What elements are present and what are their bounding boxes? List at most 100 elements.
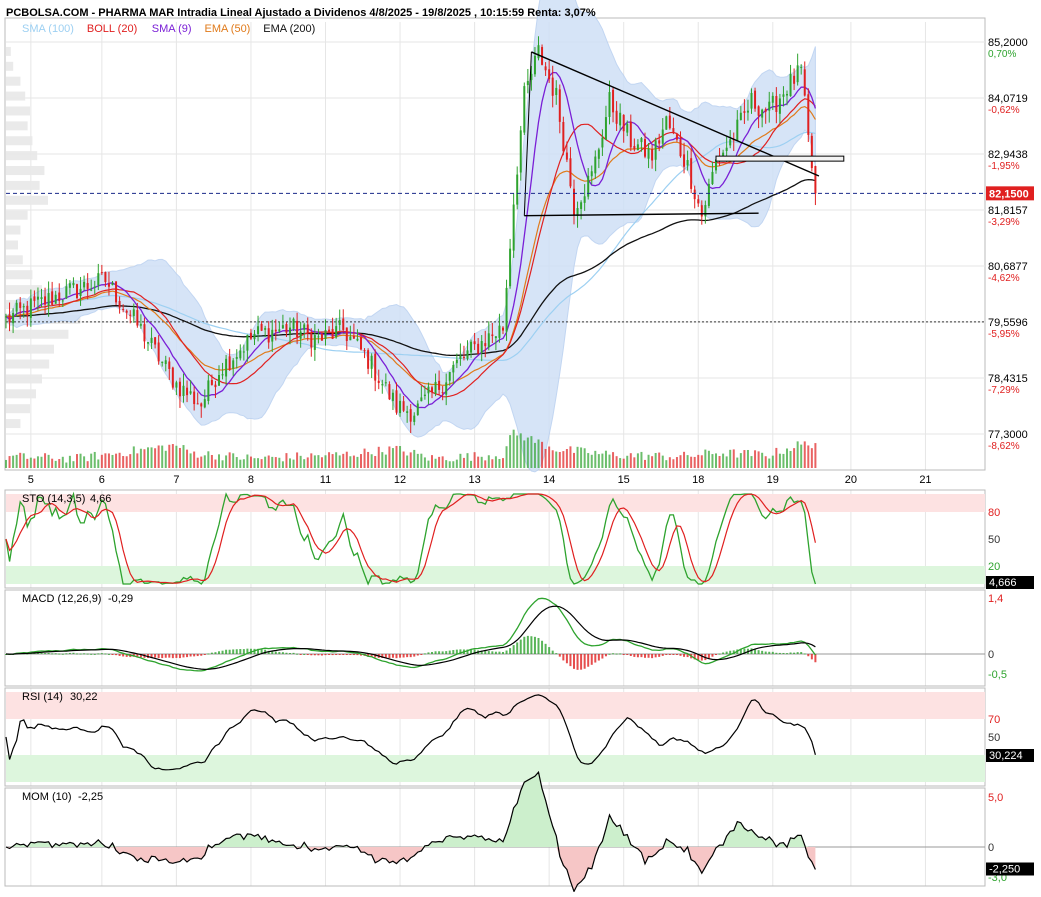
- candle-body: [360, 337, 362, 350]
- macd-histogram-bar: [516, 642, 519, 654]
- candle-body: [438, 380, 441, 390]
- candle-body: [505, 287, 508, 332]
- macd-histogram-bar: [619, 653, 622, 655]
- macd-histogram-bar: [541, 640, 544, 654]
- macd-histogram-bar: [629, 654, 632, 656]
- macd-histogram-bar: [445, 651, 448, 654]
- volume-profile-bar: [6, 180, 40, 190]
- volume-bar: [47, 454, 50, 468]
- candle-body: [431, 387, 433, 393]
- volume-bar: [455, 459, 458, 468]
- candle-body: [5, 316, 7, 318]
- volume-bar: [395, 445, 398, 468]
- volume-bar: [182, 445, 185, 468]
- macd-histogram-bar: [640, 654, 643, 658]
- volume-bar: [90, 453, 93, 468]
- price-tick-label: 80,6877: [988, 261, 1028, 273]
- x-tick-label: 11: [320, 474, 331, 486]
- volume-bar: [427, 460, 430, 468]
- x-tick-label: 14: [543, 474, 555, 486]
- volume-profile-bar: [6, 404, 30, 414]
- volume-profile-bar: [6, 121, 28, 131]
- macd-histogram-bar: [533, 636, 536, 654]
- macd-histogram-bar: [274, 651, 277, 654]
- x-tick-label: 6: [99, 474, 105, 486]
- volume-bar: [132, 446, 135, 468]
- volume-bar: [757, 451, 760, 468]
- candle-body: [107, 283, 110, 287]
- volume-bar: [203, 455, 206, 468]
- candle-body: [147, 342, 149, 344]
- macd-histogram-bar: [221, 650, 224, 654]
- x-tick-label: 12: [394, 474, 406, 486]
- candle-body: [672, 128, 675, 132]
- volume-bar: [196, 457, 199, 468]
- macd-histogram-bar: [214, 652, 217, 654]
- candle-body: [47, 292, 50, 306]
- volume-bar: [257, 458, 260, 468]
- candle-body: [555, 87, 558, 96]
- volume-bar: [523, 440, 526, 468]
- volume-bar: [200, 456, 203, 468]
- volume-bar: [739, 453, 742, 468]
- volume-bar: [413, 449, 416, 468]
- candle-body: [285, 324, 288, 333]
- volume-bar: [807, 445, 810, 468]
- volume-bar: [555, 451, 558, 468]
- macd-histogram-bar: [210, 652, 213, 654]
- macd-histogram-bar: [107, 653, 110, 655]
- volume-bar: [384, 454, 387, 468]
- candle-body: [786, 93, 788, 96]
- macd-histogram-bar: [388, 654, 391, 659]
- candle-body: [466, 350, 469, 359]
- candle-body: [26, 305, 29, 316]
- macd-title: MACD (12,26,9): [22, 593, 101, 605]
- volume-bar: [79, 453, 82, 468]
- macd-histogram-bar: [715, 654, 717, 655]
- volume-profile-bar: [6, 344, 54, 354]
- candle-body: [363, 350, 366, 352]
- candle-body: [700, 205, 703, 217]
- candle-body: [512, 204, 515, 251]
- macd-histogram-bar: [207, 653, 210, 655]
- volume-profile-bar: [6, 225, 21, 235]
- candle-body: [44, 296, 47, 305]
- price-pct-label: -3,29%: [988, 217, 1020, 228]
- candle-body: [590, 171, 593, 177]
- candle-body: [707, 183, 710, 206]
- candle-body: [423, 394, 426, 397]
- candle-body: [640, 138, 643, 143]
- volume-bar: [612, 452, 615, 468]
- candle-body: [132, 309, 135, 317]
- volume-bar: [178, 447, 181, 468]
- macd-histogram-bar: [764, 651, 767, 654]
- stock-chart: PCBOLSA.COM - PHARMA MAR Intradia Lineal…: [0, 0, 1041, 893]
- volume-bar: [58, 459, 61, 468]
- candle-body: [278, 329, 281, 332]
- macd-histogram-bar: [498, 651, 501, 654]
- volume-bar: [111, 454, 114, 468]
- candle-body: [803, 69, 806, 96]
- macd-histogram-bar: [604, 654, 607, 657]
- macd-histogram-bar: [225, 649, 228, 654]
- macd-histogram-bar: [171, 654, 174, 659]
- legend-entry: EMA (200): [263, 23, 315, 35]
- candle-body: [409, 409, 412, 422]
- volume-bar: [221, 460, 224, 468]
- macd-histogram-bar: [615, 653, 618, 655]
- candle-body: [391, 392, 394, 401]
- volume-bar: [338, 455, 341, 468]
- macd-histogram-bar: [672, 654, 675, 655]
- price-tick-label: 84,0719: [988, 93, 1028, 105]
- legend-entry: EMA (50): [205, 23, 251, 35]
- macd-histogram-bar: [232, 649, 235, 654]
- candle-body: [218, 375, 220, 386]
- volume-bar: [725, 456, 728, 468]
- macd-histogram-bar: [700, 654, 703, 661]
- candle-body: [757, 106, 760, 116]
- volume-bar: [651, 456, 654, 468]
- volume-bar: [789, 450, 792, 468]
- candle-body: [601, 137, 604, 148]
- macd-histogram-bar: [186, 654, 189, 658]
- volume-bar: [640, 451, 643, 468]
